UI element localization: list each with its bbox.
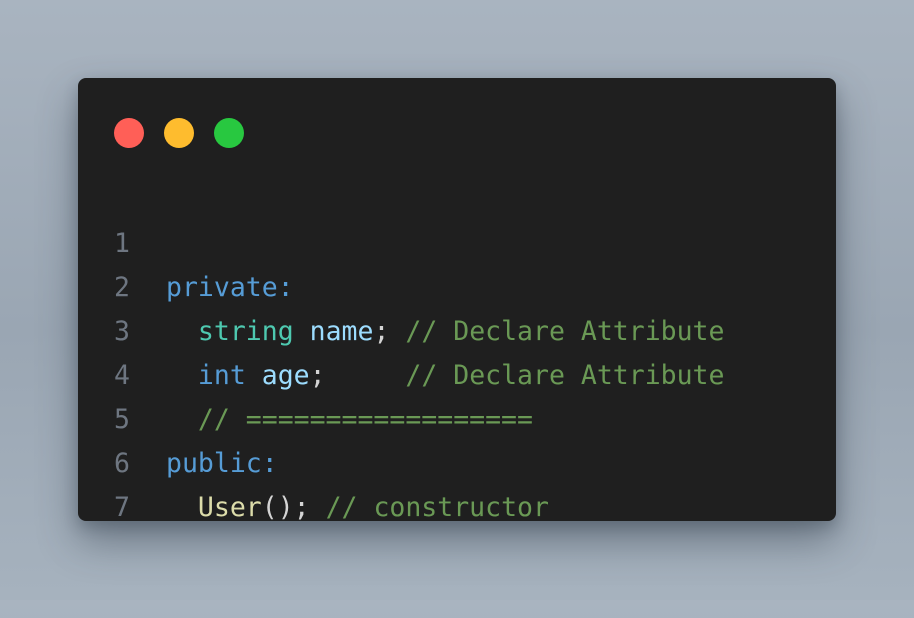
code-line-5: 5 public: <box>78 354 836 479</box>
comment-token: // constructor <box>325 492 549 523</box>
function-token: User <box>197 492 262 523</box>
maximize-dot-icon[interactable] <box>214 118 244 148</box>
code-line-1: 1 private: <box>78 178 836 303</box>
minimize-dot-icon[interactable] <box>164 118 194 148</box>
code-window: 1 private: 2 string name; // Declare Att… <box>78 78 836 523</box>
code-line-2: 2 string name; // Declare Attribute <box>78 222 836 347</box>
punctuation-token: (); <box>261 492 326 523</box>
line-number: 7 <box>114 492 130 523</box>
code-line-3: 3 int age; // Declare Attribute <box>78 266 836 391</box>
close-dot-icon[interactable] <box>114 118 144 148</box>
code-line-7: 7 <box>78 442 836 523</box>
code-line-4: 4 // ================== <box>78 310 836 435</box>
line-source: User(); // constructor <box>166 486 549 530</box>
code-line-6: 6 User(); // constructor <box>78 398 836 523</box>
code-block: 1 private: 2 string name; // Declare Att… <box>78 178 836 523</box>
